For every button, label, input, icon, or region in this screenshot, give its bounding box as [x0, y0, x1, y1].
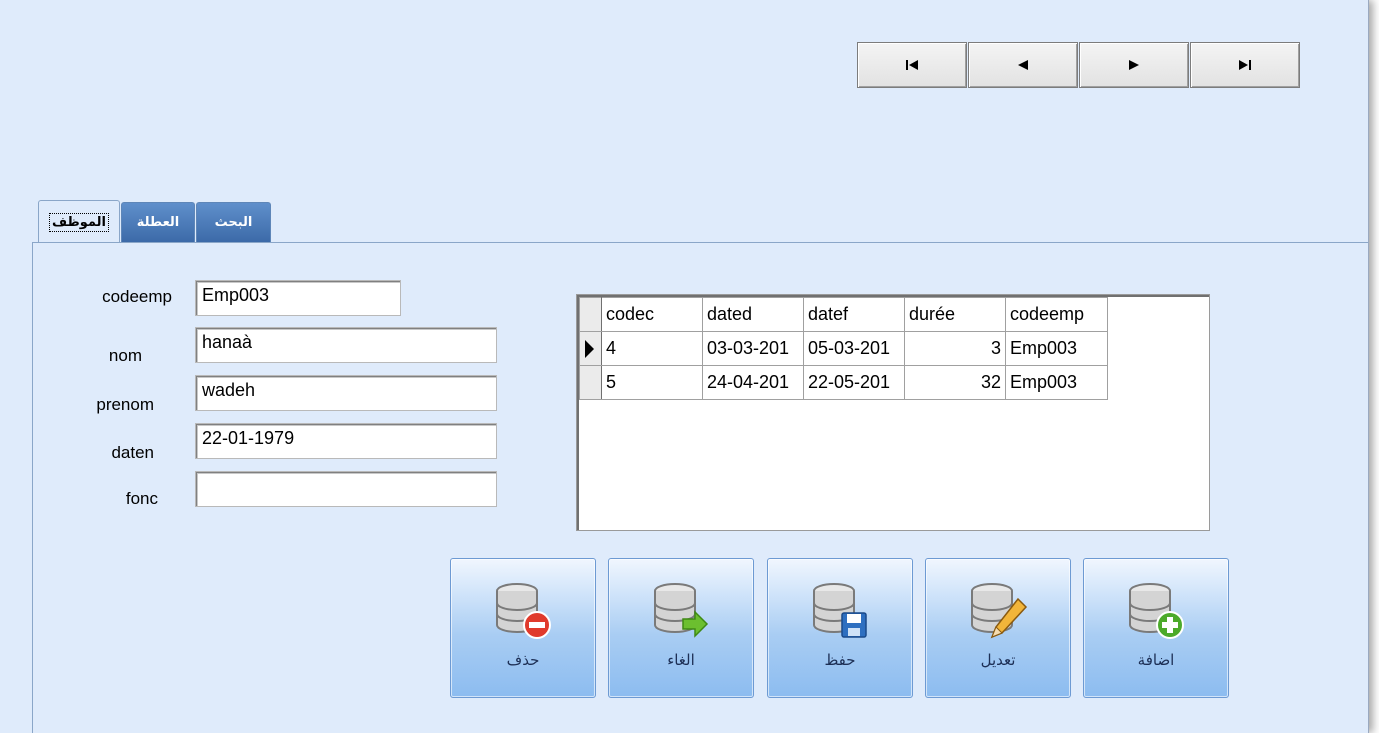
tab-search-label: البحث — [214, 215, 253, 230]
prenom-field[interactable]: wadeh — [195, 375, 497, 411]
previous-record-button[interactable] — [968, 42, 1078, 88]
tab-panel-border — [32, 242, 1368, 243]
column-header-codeemp[interactable]: codeemp — [1005, 297, 1108, 332]
table-cell[interactable]: Emp003 — [1005, 365, 1108, 400]
column-header-dated[interactable]: dated — [702, 297, 804, 332]
last-record-icon — [1239, 60, 1251, 70]
codeemp-field[interactable]: Emp003 — [195, 280, 401, 316]
current-row-icon — [585, 339, 594, 358]
table-cell[interactable]: 32 — [904, 365, 1006, 400]
nom-field[interactable]: hanaà — [195, 327, 497, 363]
tab-employee[interactable]: الموظف — [38, 200, 120, 243]
column-header-codec[interactable]: codec — [601, 297, 703, 332]
table-cell[interactable]: 4 — [601, 331, 703, 366]
table-cell[interactable]: 22-05-201 — [803, 365, 905, 400]
last-record-button[interactable] — [1190, 42, 1300, 88]
table-cell[interactable]: 05-03-201 — [803, 331, 905, 366]
tab-panel-left-border — [32, 242, 33, 733]
save-button[interactable]: حفظ — [767, 558, 913, 698]
nom-label: nom — [108, 346, 142, 365]
tab-employee-label: الموظف — [49, 212, 109, 232]
table-cell[interactable]: 3 — [904, 331, 1006, 366]
table-row[interactable]: 4 03-03-201 05-03-201 3 Emp003 — [579, 331, 1108, 366]
delete-button-label: حذف — [506, 651, 540, 669]
table-cell[interactable]: 24-04-201 — [702, 365, 804, 400]
delete-button[interactable]: حذف — [450, 558, 596, 698]
fonc-field[interactable] — [195, 471, 497, 507]
column-header-datef[interactable]: datef — [803, 297, 905, 332]
grid-corner — [579, 297, 602, 332]
prenom-label: prenom — [96, 395, 154, 414]
add-button-label: اضافة — [1137, 651, 1175, 669]
edit-button-label: تعديل — [980, 651, 1016, 669]
tab-leave-label: العطلة — [136, 215, 180, 230]
first-record-icon — [906, 60, 918, 70]
tab-search[interactable]: البحث — [196, 202, 271, 242]
first-record-button[interactable] — [857, 42, 967, 88]
database-save-icon — [813, 583, 867, 638]
add-button[interactable]: اضافة — [1083, 558, 1229, 698]
record-navigator — [857, 42, 1301, 90]
daten-field[interactable]: 22-01-1979 — [195, 423, 497, 459]
row-indicator[interactable] — [579, 331, 602, 366]
database-edit-icon — [971, 583, 1028, 639]
column-header-duree[interactable]: durée — [904, 297, 1006, 332]
table-cell[interactable]: 5 — [601, 365, 703, 400]
fonc-label: fonc — [125, 489, 158, 508]
database-cancel-icon — [654, 583, 709, 638]
row-indicator[interactable] — [579, 365, 602, 400]
table-row[interactable]: 5 24-04-201 22-05-201 32 Emp003 — [579, 365, 1108, 400]
cancel-button[interactable]: الغاء — [608, 558, 754, 698]
previous-record-icon — [1018, 60, 1028, 70]
next-record-button[interactable] — [1079, 42, 1189, 88]
table-cell[interactable]: Emp003 — [1005, 331, 1108, 366]
database-delete-icon — [496, 583, 551, 639]
daten-label: daten — [111, 443, 154, 462]
main-window: الموظف العطلة البحث codeemp nom prenom d… — [0, 0, 1369, 733]
table-cell[interactable]: 03-03-201 — [702, 331, 804, 366]
leave-table: codec dated datef durée codeemp 4 03-03-… — [579, 297, 1108, 400]
edit-button[interactable]: تعديل — [925, 558, 1071, 698]
save-button-label: حفظ — [824, 651, 856, 669]
grid-header-row: codec dated datef durée codeemp — [579, 297, 1108, 332]
database-add-icon — [1129, 583, 1184, 639]
cancel-button-label: الغاء — [667, 651, 695, 669]
next-record-icon — [1129, 60, 1139, 70]
tab-leave[interactable]: العطلة — [121, 202, 195, 242]
codeemp-label: codeemp — [102, 287, 172, 306]
leave-grid[interactable]: codec dated datef durée codeemp 4 03-03-… — [576, 294, 1210, 531]
